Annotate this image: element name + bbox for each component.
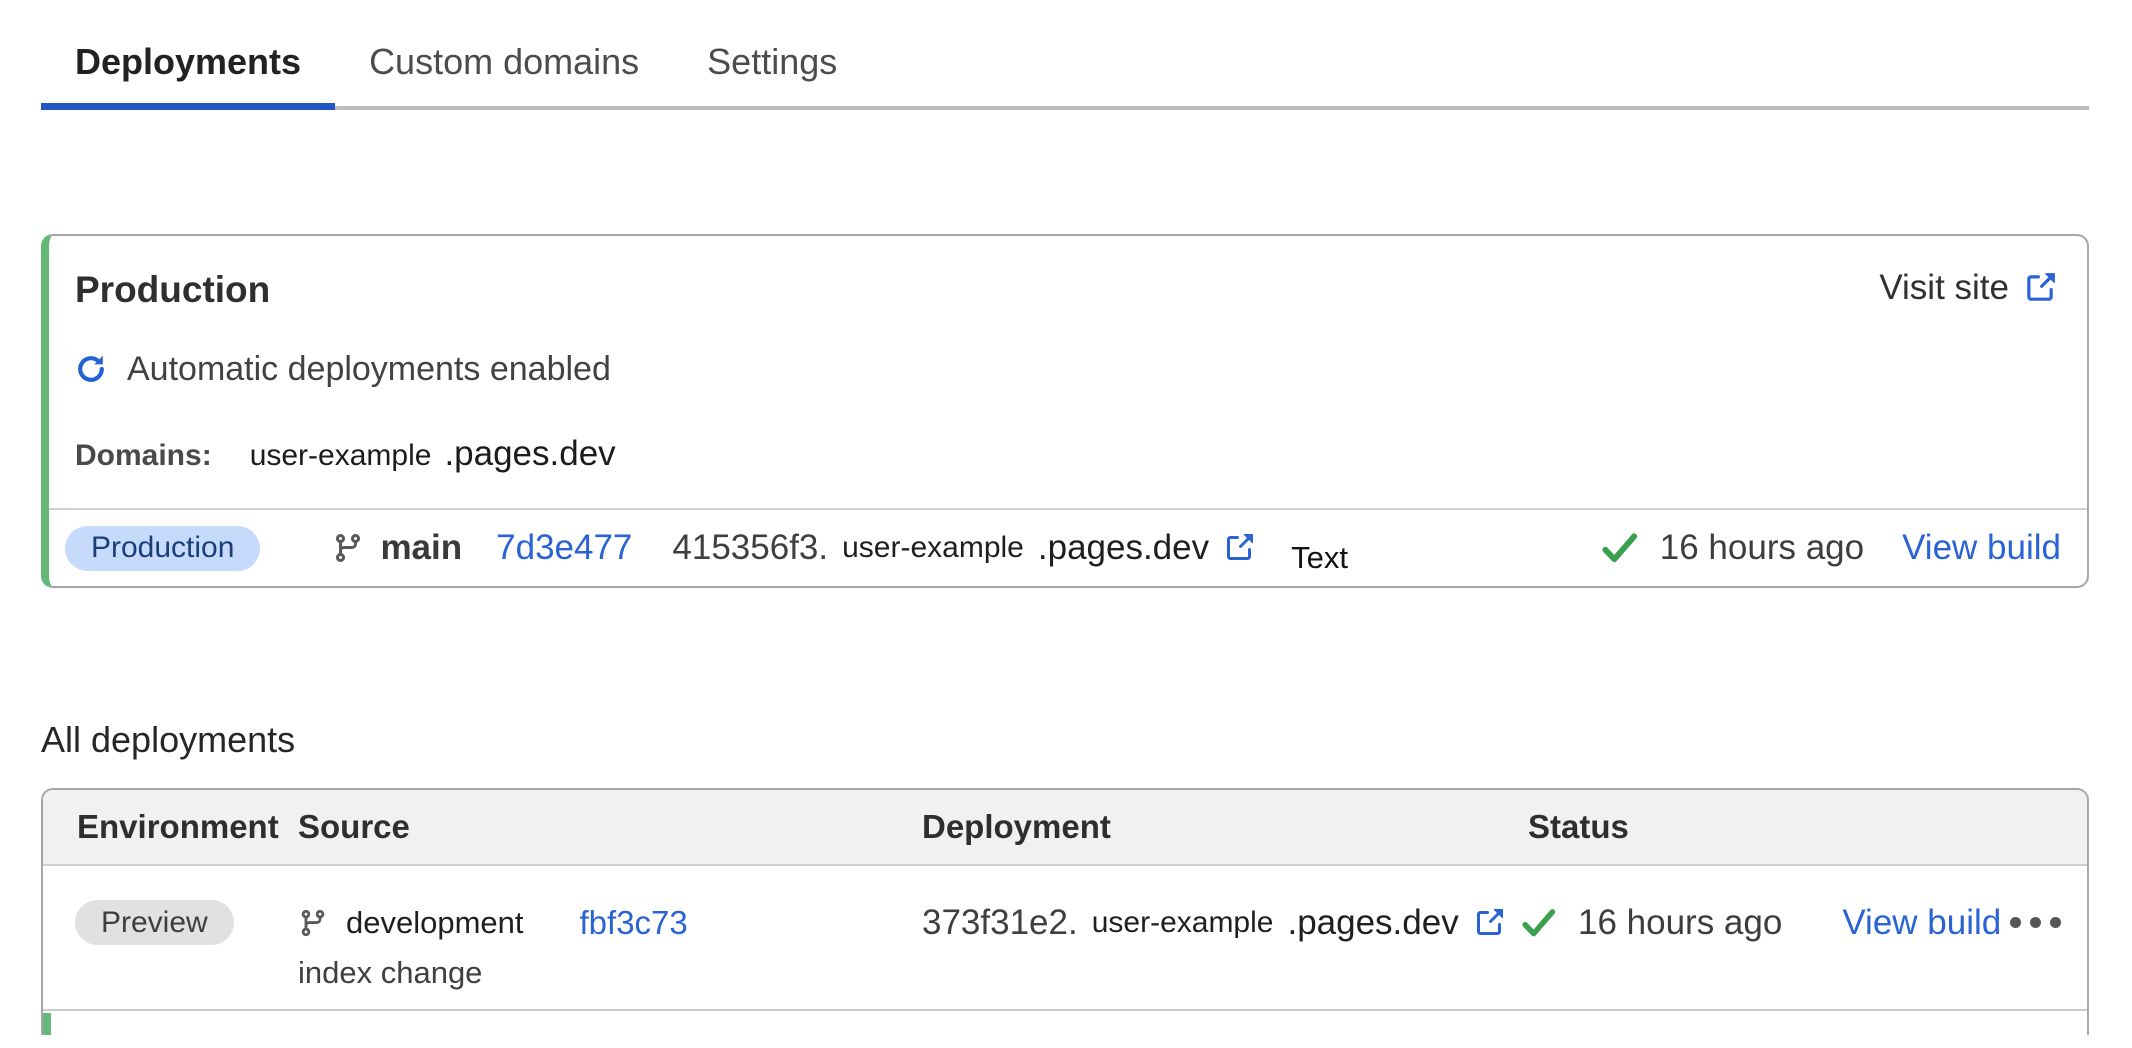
deployments-table: Environment Source Deployment Status Pre… bbox=[41, 788, 2089, 1035]
column-header-source: Source bbox=[298, 808, 922, 846]
next-table-row-partial bbox=[43, 1011, 2087, 1035]
domain-suffix: .pages.dev bbox=[444, 434, 615, 474]
tab-bar: Deployments Custom domains Settings bbox=[41, 36, 2089, 110]
tab-custom-domains[interactable]: Custom domains bbox=[335, 36, 673, 106]
check-icon bbox=[1522, 908, 1556, 938]
row-note-text: Text bbox=[1291, 540, 1348, 576]
git-branch-icon bbox=[298, 908, 328, 938]
auto-deployments-text: Automatic deployments enabled bbox=[127, 350, 611, 389]
production-deployment-row: Production main 7d3e477 415356f3. user-e… bbox=[49, 508, 2087, 586]
deployment-id: 415356f3. bbox=[672, 528, 828, 568]
external-link-icon bbox=[2023, 271, 2057, 305]
domains-label: Domains: bbox=[75, 439, 212, 473]
branch-name: main bbox=[380, 528, 462, 568]
external-link-icon[interactable] bbox=[1223, 532, 1255, 564]
external-link-icon[interactable] bbox=[1473, 907, 1505, 939]
environment-badge: Production bbox=[65, 526, 260, 571]
deploy-time: 16 hours ago bbox=[1660, 528, 1864, 568]
deploy-time: 16 hours ago bbox=[1578, 903, 1782, 943]
check-icon bbox=[1602, 532, 1638, 564]
deployment-host: user-example bbox=[1092, 906, 1274, 940]
visit-site-label: Visit site bbox=[1879, 268, 2009, 308]
view-build-link[interactable]: View build bbox=[1902, 528, 2061, 568]
branch-name: development bbox=[346, 905, 524, 941]
table-row: Preview development fbf3c73 index change… bbox=[43, 866, 2087, 1011]
deployment-suffix: .pages.dev bbox=[1287, 903, 1458, 943]
domain-name: user-example bbox=[250, 439, 432, 473]
ellipsis-menu-button[interactable] bbox=[2010, 917, 2061, 928]
production-card: Production Visit site Automatic deployme… bbox=[41, 234, 2089, 588]
commit-link[interactable]: 7d3e477 bbox=[496, 528, 632, 568]
production-title: Production bbox=[75, 268, 270, 312]
production-card-body: Production Visit site Automatic deployme… bbox=[49, 236, 2087, 508]
commit-message: index change bbox=[298, 953, 922, 993]
column-header-environment: Environment bbox=[43, 808, 298, 846]
column-header-status: Status bbox=[1512, 808, 2087, 846]
view-build-link[interactable]: View build bbox=[1842, 903, 2001, 943]
visit-site-link[interactable]: Visit site bbox=[1879, 268, 2057, 308]
column-header-deployment: Deployment bbox=[922, 808, 1512, 846]
deployment-suffix: .pages.dev bbox=[1038, 528, 1209, 568]
refresh-icon bbox=[75, 353, 107, 385]
deployment-id: 373f31e2. bbox=[922, 903, 1078, 943]
commit-link[interactable]: fbf3c73 bbox=[580, 904, 688, 942]
tab-settings[interactable]: Settings bbox=[673, 36, 871, 106]
deployment-host: user-example bbox=[842, 531, 1024, 565]
all-deployments-heading: All deployments bbox=[41, 718, 2132, 762]
table-header-row: Environment Source Deployment Status bbox=[43, 790, 2087, 866]
tab-deployments[interactable]: Deployments bbox=[41, 36, 335, 106]
git-branch-icon bbox=[332, 532, 364, 564]
production-row-indicator bbox=[43, 1013, 51, 1035]
environment-badge: Preview bbox=[75, 900, 234, 945]
